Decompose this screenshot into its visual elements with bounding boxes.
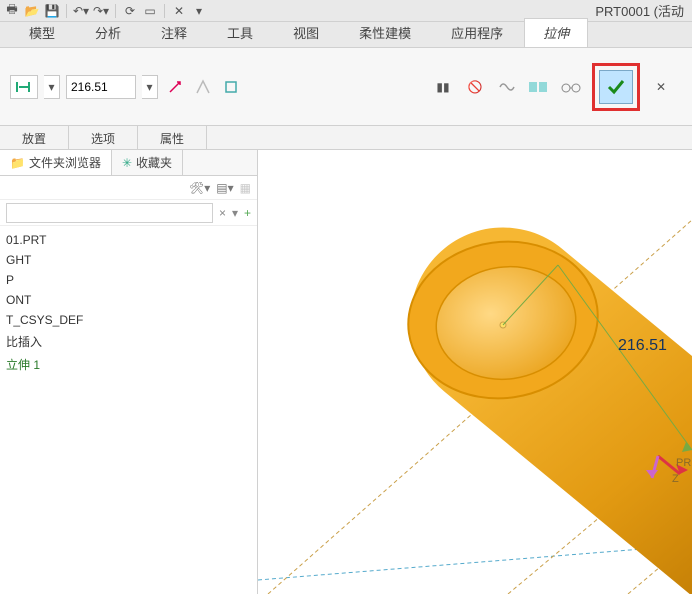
model-tree[interactable]: 01.PRT GHT P ONT T_CSYS_DEF 比插入 立伸 1	[0, 226, 257, 594]
print-icon[interactable]: 🖶	[4, 3, 20, 19]
ok-highlight-box	[592, 63, 640, 111]
axis-label-pr: PR	[676, 457, 691, 469]
display-icon[interactable]: ▦	[240, 181, 251, 195]
remove-material-icon[interactable]	[192, 76, 214, 98]
thicken-sketch-icon[interactable]	[220, 76, 242, 98]
save-icon[interactable]: 💾	[44, 3, 60, 19]
redo-icon[interactable]: ↷▾	[93, 3, 109, 19]
tab-flexmodel[interactable]: 柔性建模	[340, 18, 430, 47]
dashboard-subtabs: 放置 选项 属性	[0, 126, 692, 150]
folder-icon: 📁	[10, 156, 25, 170]
tree-node[interactable]: T_CSYS_DEF	[0, 310, 257, 330]
filter-dropdown-icon[interactable]: ▾	[232, 206, 238, 220]
tab-model[interactable]: 模型	[10, 18, 74, 47]
windows-icon[interactable]: ▭	[142, 3, 158, 19]
close-icon[interactable]: ✕	[171, 3, 187, 19]
tree-node[interactable]: P	[0, 270, 257, 290]
clear-search-icon[interactable]: ×	[219, 206, 226, 220]
subtab-options[interactable]: 选项	[69, 126, 138, 149]
undo-icon[interactable]: ↶▾	[73, 3, 89, 19]
axis-label-z: Z	[672, 473, 679, 485]
navigator-sidebar: 📁 文件夹浏览器 ✳ 收藏夹 🛠▾ ▤▾ ▦ × ▾ + 01.PRT GHT …	[0, 150, 258, 594]
navigator-tab-browser-label: 文件夹浏览器	[29, 154, 101, 171]
tree-node[interactable]: GHT	[0, 250, 257, 270]
depth-value-dropdown[interactable]: ▾	[142, 75, 158, 99]
no-preview-icon[interactable]: 🚫	[464, 76, 486, 98]
add-icon[interactable]: +	[244, 206, 251, 220]
tab-analysis[interactable]: 分析	[76, 18, 140, 47]
tab-tools[interactable]: 工具	[208, 18, 272, 47]
tree-node[interactable]: 01.PRT	[0, 230, 257, 250]
navigator-tab-browser[interactable]: 📁 文件夹浏览器	[0, 150, 112, 175]
subtab-placement[interactable]: 放置	[0, 126, 69, 149]
star-icon: ✳	[122, 156, 132, 170]
tab-annotate[interactable]: 注释	[142, 18, 206, 47]
dimension-label[interactable]: 216.51	[618, 337, 667, 354]
depth-type-button[interactable]	[10, 75, 38, 99]
flip-direction-icon[interactable]	[164, 76, 186, 98]
settings-icon[interactable]: ▤▾	[216, 181, 233, 195]
tree-search-row: × ▾ +	[0, 200, 257, 226]
regen-icon[interactable]: ⟳	[122, 3, 138, 19]
tab-extrude[interactable]: 拉伸	[524, 18, 588, 47]
navigator-toolbar: 🛠▾ ▤▾ ▦	[0, 176, 257, 200]
open-icon[interactable]: 📂	[24, 3, 40, 19]
window-title: PRT0001 (活动	[595, 1, 688, 20]
glasses-preview-icon[interactable]	[560, 76, 582, 98]
attached-preview-icon[interactable]	[528, 76, 550, 98]
extrude-depth-group: ▾ ▾	[10, 75, 242, 99]
tools-icon[interactable]: 🛠▾	[189, 181, 210, 195]
navigator-tab-favorites-label: 收藏夹	[136, 154, 172, 171]
ribbon-content: ▾ ▾ ▮▮ 🚫 ✕	[0, 48, 692, 126]
tree-node[interactable]: 比插入	[0, 330, 257, 353]
tab-apps[interactable]: 应用程序	[432, 18, 522, 47]
tree-search-input[interactable]	[6, 203, 213, 223]
chevron-down-icon[interactable]: ▾	[191, 3, 207, 19]
unattached-preview-icon[interactable]	[496, 76, 518, 98]
feature-controls: ▮▮ 🚫 ✕	[432, 63, 672, 111]
main-area: 📁 文件夹浏览器 ✳ 收藏夹 🛠▾ ▤▾ ▦ × ▾ + 01.PRT GHT …	[0, 150, 692, 594]
ok-button[interactable]	[599, 70, 633, 104]
tree-node-active[interactable]: 立伸 1	[0, 353, 257, 376]
cancel-button[interactable]: ✕	[650, 76, 672, 98]
graphics-viewport[interactable]: 216.51 Z PR	[258, 150, 692, 594]
navigator-tab-favorites[interactable]: ✳ 收藏夹	[112, 150, 183, 175]
pause-icon[interactable]: ▮▮	[432, 76, 454, 98]
tab-view[interactable]: 视图	[274, 18, 338, 47]
navigator-tabs: 📁 文件夹浏览器 ✳ 收藏夹	[0, 150, 257, 176]
tree-node[interactable]: ONT	[0, 290, 257, 310]
depth-type-dropdown[interactable]: ▾	[44, 75, 60, 99]
ribbon-tabs: 模型 分析 注释 工具 视图 柔性建模 应用程序 拉伸	[0, 22, 692, 48]
subtab-properties[interactable]: 属性	[138, 126, 207, 149]
depth-value-input[interactable]	[66, 75, 136, 99]
